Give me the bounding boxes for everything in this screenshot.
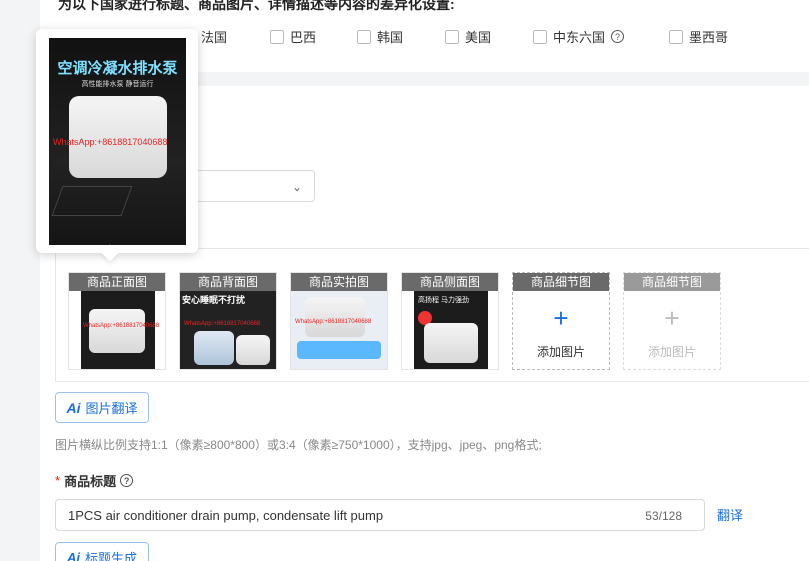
required-mark: * [55, 473, 61, 488]
slot-label: 商品正面图 [69, 273, 165, 291]
differentiation-notice: 为以下国家进行标题、商品图片、详情描述等内容的差异化设置: [58, 0, 455, 12]
help-icon[interactable]: ? [120, 474, 134, 487]
product-thumbnail: WhatsApp:+8618817040688 [81, 291, 159, 369]
preview-image: 空调冷凝水排水泵 高性能排水泵 静音运行 WhatsApp:+861881704… [49, 38, 186, 245]
country-label: 中东六国 [553, 30, 606, 45]
plus-icon: + [664, 303, 680, 333]
thumb-caption: 安心睡眠不打扰 [182, 295, 246, 305]
slot-label: 商品背面图 [180, 273, 276, 291]
product-thumbnail: 高扬程 马力强劲 [414, 291, 488, 369]
watermark-text: WhatsApp:+8618817040688 [53, 137, 168, 147]
country-option-middle-east[interactable]: 中东六国 ? [533, 27, 625, 46]
slot-label: 商品侧面图 [402, 273, 498, 291]
checkbox[interactable] [445, 29, 459, 44]
pump-image [194, 331, 234, 365]
ai-icon: Ai [66, 399, 81, 416]
checkbox[interactable] [357, 29, 371, 44]
checkbox[interactable] [533, 29, 547, 44]
image-preview-popover: 空调冷凝水排水泵 高性能排水泵 静音运行 WhatsApp:+861881704… [36, 29, 198, 262]
country-label: 韩国 [377, 30, 404, 45]
translate-link[interactable]: 翻译 [717, 505, 743, 524]
help-icon[interactable]: ? [611, 30, 625, 43]
watermark-text: WhatsApp:+8618817040688 [184, 321, 261, 327]
country-option-mexico[interactable]: 墨西哥 [669, 27, 728, 46]
product-thumbnail: WhatsApp:+8618817040688 [291, 291, 387, 369]
image-format-hint: 图片横纵比例支持1:1（像素≥800*800）或3:4（像素≥750*1000）… [55, 438, 542, 452]
pump-image [89, 309, 145, 353]
slot-label: 商品实拍图 [291, 273, 387, 291]
image-slot-side[interactable]: 高扬程 马力强劲 商品侧面图 [401, 272, 499, 370]
product-title-label: * 商品标题 ? [55, 471, 134, 490]
pump-image [424, 323, 478, 363]
product-thumbnail: 安心睡眠不打扰 WhatsApp:+8618817040688 [180, 291, 276, 369]
country-label: 美国 [465, 30, 492, 45]
country-option-usa[interactable]: 美国 [445, 27, 491, 46]
add-image-label: 添加图片 [647, 345, 696, 359]
title-value: 1PCS air conditioner drain pump, condens… [68, 508, 384, 523]
checkbox[interactable] [270, 29, 284, 44]
ai-icon: Ai [66, 549, 80, 561]
thumb-caption: 高扬程 马力强劲 [418, 297, 469, 304]
country-label: 巴西 [290, 30, 317, 45]
product-title-input[interactable]: 1PCS air conditioner drain pump, condens… [55, 499, 705, 531]
button-label: 图片翻译 [85, 401, 138, 416]
image-slot-front[interactable]: WhatsApp:+8618817040688 商品正面图 [68, 272, 166, 370]
country-label: 法国 [201, 30, 228, 45]
slot-label: 商品细节图 [513, 273, 609, 291]
image-slot-detail-add[interactable]: 商品细节图 + 添加图片 [512, 272, 610, 370]
title-generate-button[interactable]: Ai 标题生成 [55, 542, 149, 561]
base-plate-graphic [51, 186, 133, 216]
country-label: 墨西哥 [689, 30, 729, 45]
label-text: 商品标题 [64, 474, 117, 489]
pump-image [305, 297, 365, 337]
image-slot-back[interactable]: 安心睡眠不打扰 WhatsApp:+8618817040688 商品背面图 [179, 272, 277, 370]
checkbox[interactable] [669, 29, 683, 44]
watermark-text: WhatsApp:+8618817040688 [295, 319, 372, 325]
slot-label: 商品细节图 [624, 273, 720, 291]
image-slot-detail-disabled: 商品细节图 + 添加图片 [623, 272, 721, 370]
pump-image [236, 335, 270, 365]
preview-title: 空调冷凝水排水泵 [57, 60, 178, 77]
add-image-label: 添加图片 [536, 345, 585, 359]
image-slot-real[interactable]: WhatsApp:+8618817040688 商品实拍图 [290, 272, 388, 370]
preview-subtitle: 高性能排水泵 静音运行 [81, 81, 154, 88]
watermark-text: WhatsApp:+8618817040688 [83, 323, 160, 329]
char-counter: 53/128 [645, 509, 682, 523]
chevron-down-icon: ⌄ [291, 180, 302, 194]
button-label: 标题生成 [84, 550, 137, 561]
image-translate-button[interactable]: Ai 图片翻译 [55, 392, 149, 423]
plus-icon: + [553, 303, 569, 333]
water-graphic [297, 341, 381, 359]
country-option-brazil[interactable]: 巴西 [270, 27, 316, 46]
country-option-korea[interactable]: 韩国 [357, 27, 403, 46]
